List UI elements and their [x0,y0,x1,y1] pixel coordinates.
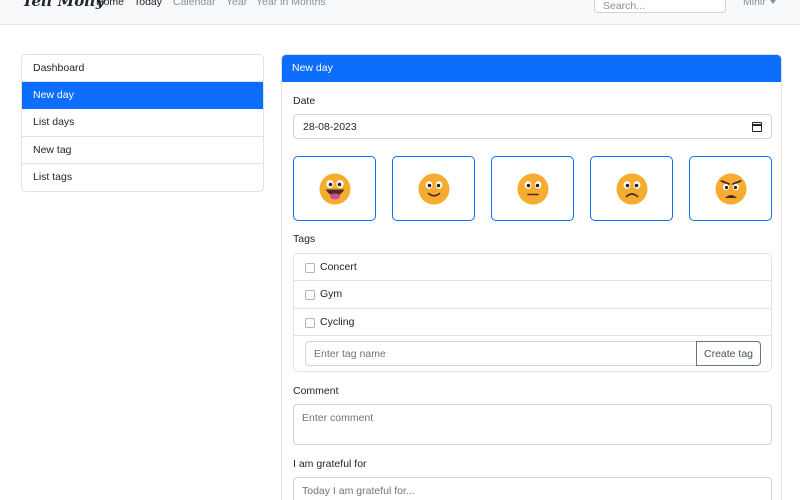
grinning-tongue-face-icon [319,173,351,205]
mood-button-sad[interactable] [590,156,673,221]
nav-link-calendar[interactable]: Calendar [173,0,216,8]
tag-label-cycling: Cycling [320,315,355,328]
mood-button-happy[interactable] [392,156,475,221]
tag-name-input[interactable] [305,341,697,366]
sidebar-item-list-tags[interactable]: List tags [22,164,263,191]
tag-row-concert[interactable]: Concert [294,254,771,282]
tag-checkbox-gym[interactable] [305,290,315,301]
top-navbar: Tell Molly Home Today Calendar Year Year… [0,0,800,25]
tag-row-cycling[interactable]: Cycling [294,309,771,336]
user-dropdown[interactable]: Mihir [743,0,776,8]
create-tag-button[interactable]: Create tag [696,341,761,366]
date-value: 28-08-2023 [303,121,357,133]
sidebar-menu: Dashboard New day List days New tag List… [21,54,264,192]
sidebar-item-dashboard[interactable]: Dashboard [22,55,263,83]
sidebar-item-new-tag[interactable]: New tag [22,137,263,164]
tag-checkbox-cycling[interactable] [305,317,315,328]
mood-button-angry[interactable] [689,156,772,221]
create-tag-row: Create tag [294,336,771,371]
neutral-face-icon [517,173,549,205]
tags-list: Concert Gym Cycling Create tag [293,253,772,372]
mood-button-ecstatic[interactable] [293,156,376,221]
frowning-face-icon [616,173,648,205]
brand-logo[interactable]: Tell Molly [22,0,104,10]
caret-down-icon [769,0,776,5]
nav-link-today[interactable]: Today [134,0,162,8]
calendar-icon[interactable] [751,122,762,132]
nav-link-year-in-months[interactable]: Year in Months [256,0,326,8]
nav-link-year[interactable]: Year [226,0,247,8]
tags-label: Tags [293,233,316,245]
grateful-textarea[interactable] [293,477,772,500]
new-day-card: New day Date 28-08-2023 Tags Concert Gym… [281,54,782,500]
smiling-face-icon [418,173,450,205]
tag-row-gym[interactable]: Gym [294,281,771,309]
card-header: New day [282,55,781,82]
tag-checkbox-concert[interactable] [305,263,315,273]
date-field[interactable]: 28-08-2023 [293,114,772,139]
comment-label: Comment [293,385,339,397]
sidebar-item-list-days[interactable]: List days [22,109,263,137]
comment-textarea[interactable] [293,404,772,445]
sidebar-item-new-day[interactable]: New day [22,82,263,110]
user-name: Mihir [743,0,766,8]
date-label: Date [293,95,316,107]
mood-button-neutral[interactable] [491,156,574,221]
nav-link-home[interactable]: Home [96,0,124,8]
tag-label-gym: Gym [320,288,343,301]
search-input[interactable] [594,0,726,13]
angry-face-icon [715,173,747,205]
grateful-label: I am grateful for [293,458,367,470]
tag-label-concert: Concert [320,261,357,273]
